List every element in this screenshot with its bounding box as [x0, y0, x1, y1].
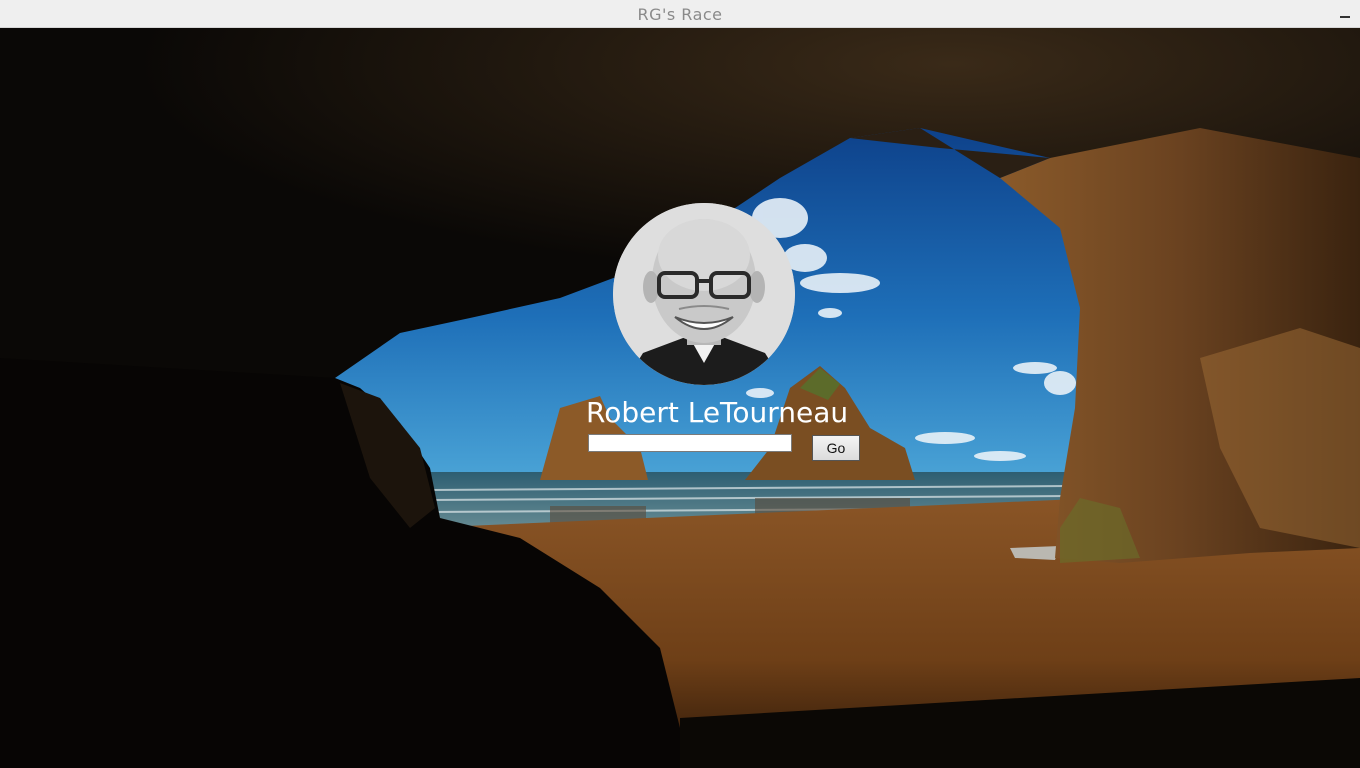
user-name-label: Robert LeTourneau — [586, 396, 849, 429]
lock-screen-background: Robert LeTourneau — [0, 28, 1360, 768]
user-avatar — [613, 203, 795, 385]
minimize-icon[interactable] — [1336, 4, 1354, 22]
go-button[interactable]: Go — [812, 435, 860, 461]
password-input[interactable] — [588, 434, 792, 452]
window-titlebar: RG's Race — [0, 0, 1360, 28]
user-portrait-image — [613, 203, 795, 385]
window-title: RG's Race — [637, 5, 723, 24]
